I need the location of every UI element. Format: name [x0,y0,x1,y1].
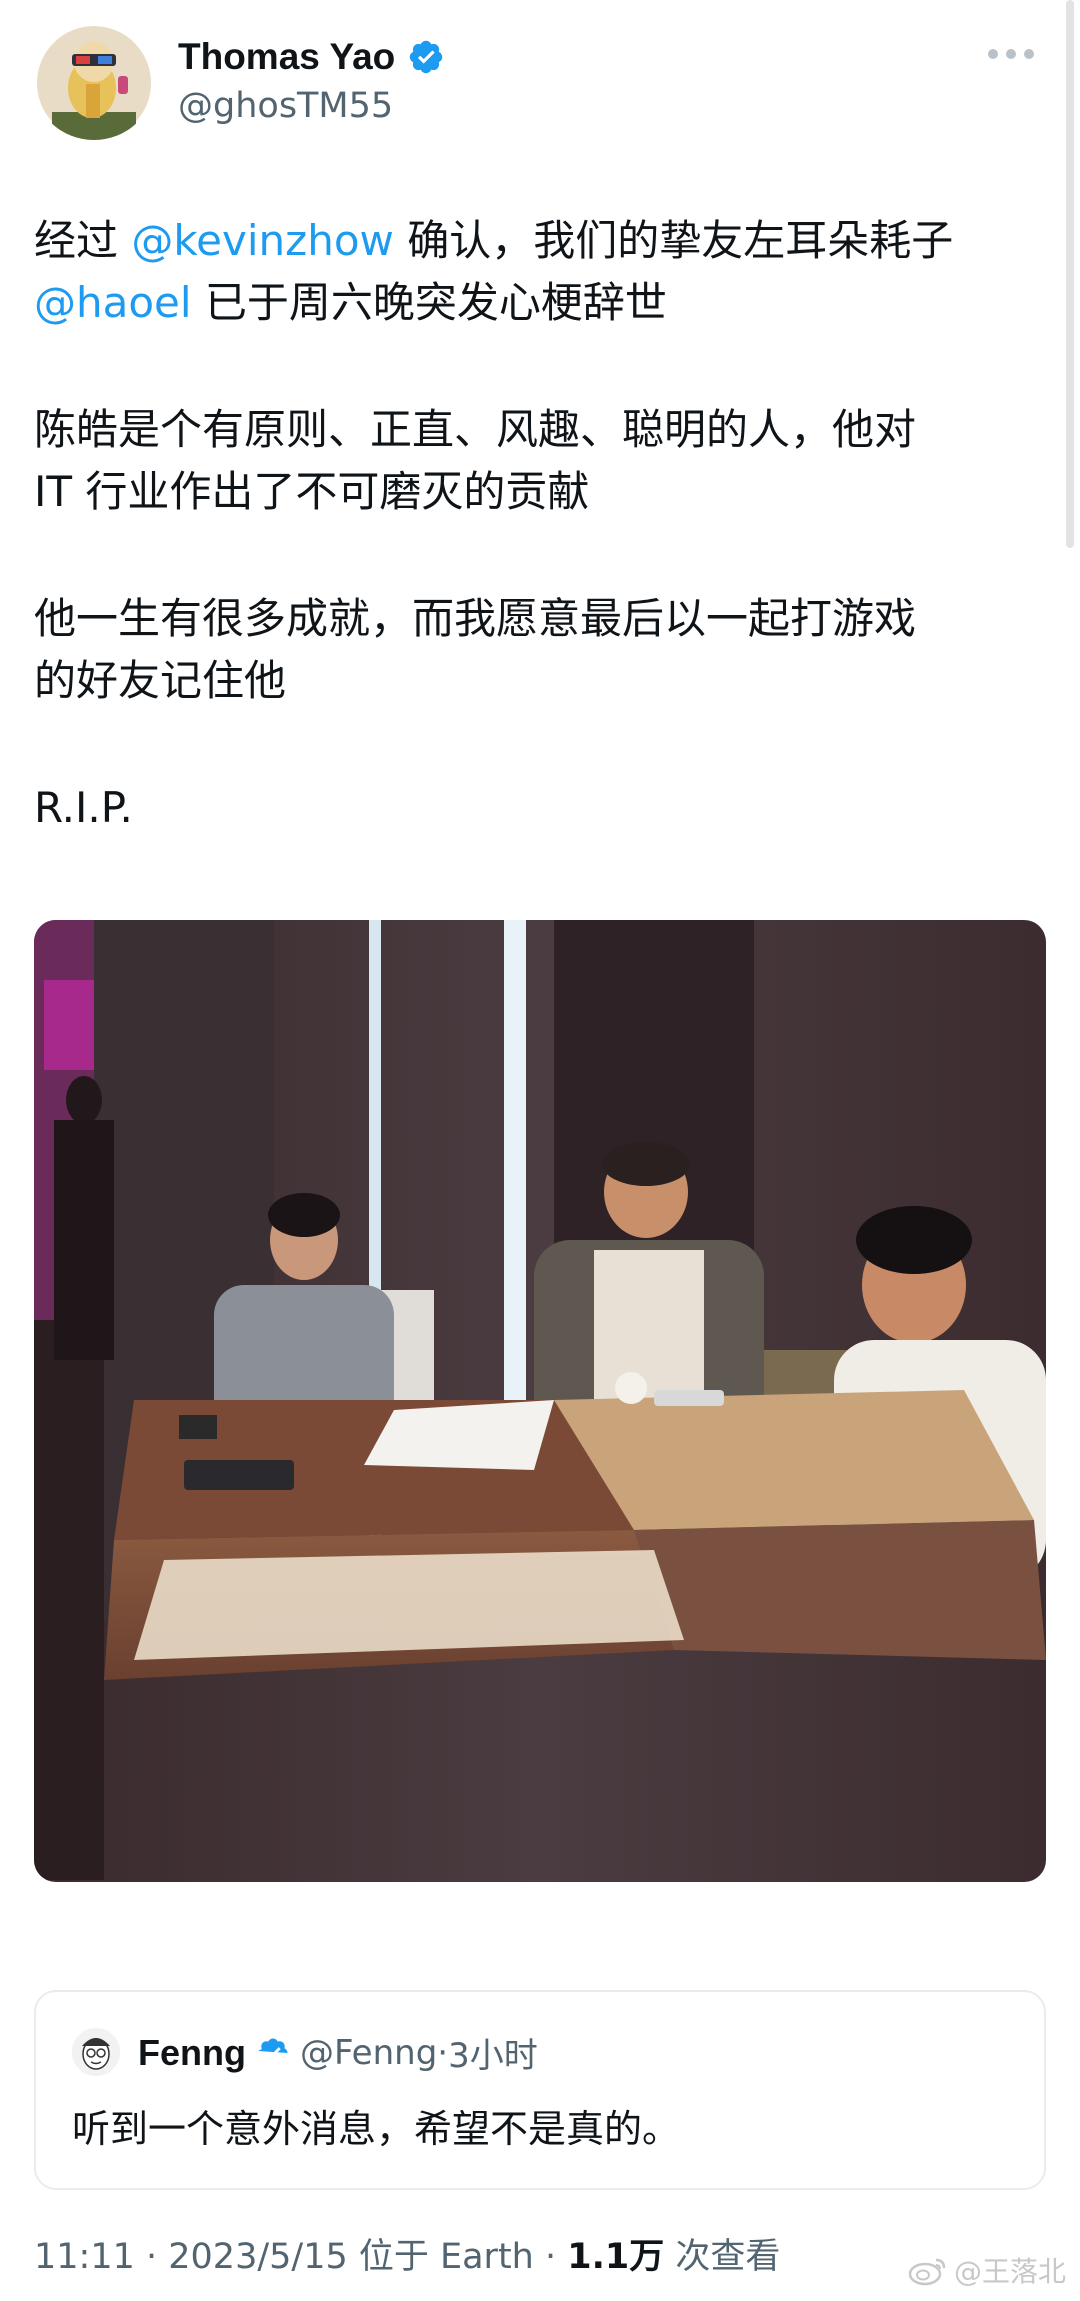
meta-separator: · [134,2237,169,2277]
verified-badge-icon [258,2037,288,2059]
location-prefix: 位于 [347,2237,440,2277]
text-line: 陈皓是个有原则、正直、风趣、聪明的人，他对 [34,405,917,454]
text-line: 他一生有很多成就，而我愿意最后以一起打游戏 [34,594,917,643]
tweet-time[interactable]: 11:11 [34,2237,135,2277]
author-avatar[interactable] [34,26,154,140]
verified-badge-icon [410,40,443,74]
text-segment: 已于周六晚突发心梗辞世 [191,278,667,327]
tweet-date[interactable]: 2023/5/15 [168,2237,347,2277]
quoted-author-name[interactable]: Fenng [138,2032,246,2074]
quoted-author-handle[interactable]: @Fenng [300,2033,437,2073]
tweet-paragraph-4: R.I.P. [34,777,1034,839]
more-options-icon[interactable] [988,44,1034,64]
quoted-tweet-card[interactable]: Fenng @Fenng · 3小时 听到一个意外消息，希望不是真的。 [34,1990,1046,2190]
meta-separator: · [533,2237,568,2277]
mention-link-kevinzhow[interactable]: @kevinzhow [131,216,394,265]
scrollbar[interactable] [1066,0,1074,548]
text-line: IT 行业作出了不可磨灭的贡献 [34,467,590,516]
text-segment: 经过 [34,216,132,265]
watermark-text: @王落北 [953,2255,1066,2288]
tweet-location: Earth [440,2237,534,2277]
author-name[interactable]: Thomas Yao [178,36,395,78]
tweet-header: Thomas Yao @ghosTM55 [34,26,1034,146]
weibo-logo-icon [908,2258,946,2286]
cartoon-avatar-icon [37,26,151,140]
cartoon-face-icon [72,2028,120,2076]
meta-separator: · [437,2032,449,2073]
quoted-tweet-text: 听到一个意外消息，希望不是真的。 [72,2107,681,2151]
photo-image [34,920,1046,1882]
view-count: 1.1万 [567,2237,665,2277]
tweet-paragraph-1: 经过 @kevinzhow 确认，我们的挚友左耳朵耗子 @haoel 已于周六晚… [34,210,1034,334]
mention-link-haoel[interactable]: @haoel [34,278,192,327]
text-segment: 确认，我们的挚友左耳朵耗子 [393,216,954,265]
tweet-body: 经过 @kevinzhow 确认，我们的挚友左耳朵耗子 @haoel 已于周六晚… [34,210,1034,839]
quoted-tweet-time[interactable]: 3小时 [448,2028,538,2077]
tweet-photo[interactable] [34,920,1046,1882]
view-label: 次查看 [664,2237,781,2277]
author-handle[interactable]: @ghosTM55 [178,86,393,126]
tweet-paragraph-3: 他一生有很多成就，而我愿意最后以一起打游戏 的好友记住他 [34,588,1034,712]
quoted-author-avatar[interactable] [72,2028,120,2076]
text-line: 的好友记住他 [34,656,287,705]
text-line: R.I.P. [34,783,133,832]
watermark: @王落北 [908,2250,1066,2290]
tweet-paragraph-2: 陈皓是个有原则、正直、风趣、聪明的人，他对 IT 行业作出了不可磨灭的贡献 [34,399,1034,523]
tweet-meta-footer: 11:11 · 2023/5/15 位于 Earth · 1.1万 次查看 [34,2228,780,2279]
